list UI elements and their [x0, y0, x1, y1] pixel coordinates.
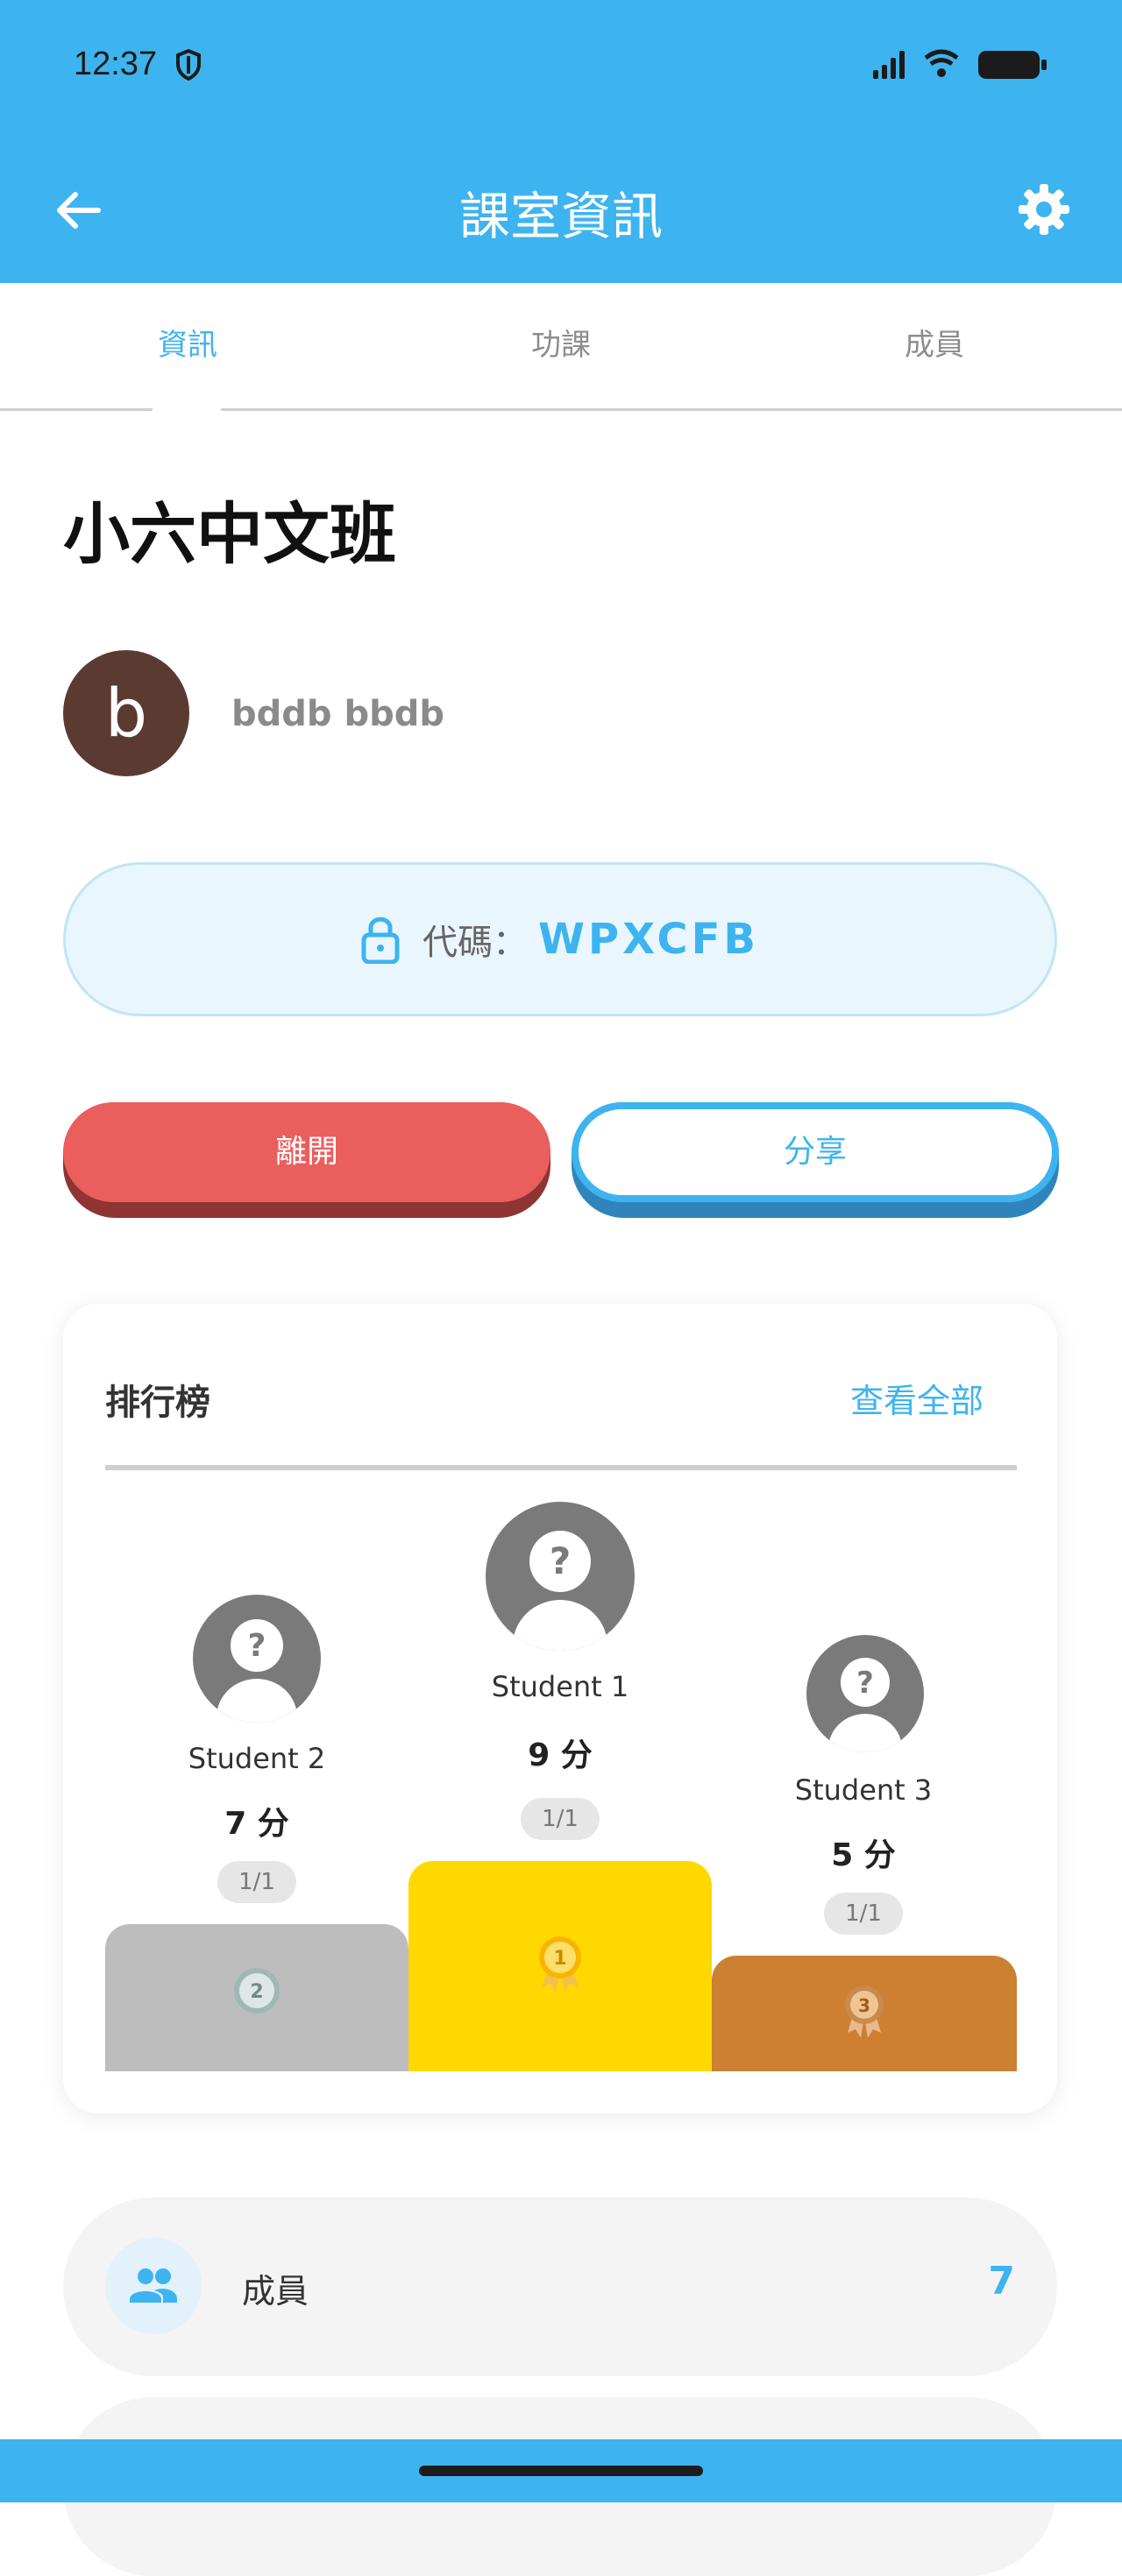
page-title: 課室資訊 [458, 187, 663, 246]
status-time: 12:37 [74, 46, 158, 82]
shield-icon [176, 49, 201, 81]
unknown-user-icon: ? [513, 1531, 607, 1651]
members-row[interactable]: 成員 7 [63, 2197, 1057, 2376]
leaderboard-card: 排行榜 查看全部 ? Student 2 7 分 1/1 2 ? Student… [63, 1304, 1057, 2113]
medal-rank-label: 2 [250, 1981, 263, 2003]
progress-badge: 1/1 [217, 1861, 296, 1903]
active-tab-indicator [153, 406, 221, 411]
divider [105, 1465, 1017, 1470]
gear-icon[interactable] [1017, 182, 1071, 237]
lock-icon [361, 916, 400, 964]
student-name: Student 1 [491, 1670, 629, 1703]
leave-button-label: 離開 [63, 1102, 550, 1202]
avatar: b [63, 650, 189, 776]
svg-text:?: ? [248, 1628, 266, 1664]
podium-block-bronze: 3 [712, 1956, 1017, 2071]
bronze-medal-icon: 3 [845, 1985, 884, 2038]
svg-text:?: ? [550, 1539, 571, 1582]
podium-block-silver: 2 [105, 1924, 408, 2071]
share-button-label: 分享 [579, 1109, 1052, 1195]
progress-badge: 1/1 [521, 1798, 600, 1840]
student-name: Student 2 [188, 1742, 326, 1775]
tab-members[interactable]: 成員 [803, 283, 1066, 408]
gold-medal-icon: 1 [539, 1936, 581, 1992]
unknown-user-icon: ? [217, 1619, 297, 1723]
student-avatar: ? [806, 1635, 924, 1752]
members-label: 成員 [242, 2272, 309, 2311]
signal-icon [873, 51, 905, 79]
owner-name: bddb bbdb [231, 694, 444, 734]
members-icon-wrap [105, 2238, 202, 2334]
classroom-name: 小六中文班 [63, 495, 396, 573]
view-all-link[interactable]: 查看全部 [850, 1374, 984, 1422]
student-avatar: ? [486, 1502, 635, 1651]
progress-badge: 1/1 [824, 1893, 903, 1935]
svg-text:?: ? [856, 1666, 874, 1701]
home-indicator[interactable] [419, 2466, 703, 2476]
silver-medal-icon: 2 [234, 1968, 280, 2013]
share-button[interactable]: 分享 [572, 1102, 1059, 1218]
student-avatar: ? [193, 1595, 321, 1723]
class-code-box[interactable]: 代碼： WPXCFB [63, 862, 1057, 1016]
tab-info[interactable]: 資訊 [56, 283, 319, 408]
tab-bar: 資訊 功課 成員 [0, 283, 1122, 411]
podium-block-gold: 1 [408, 1861, 712, 2071]
people-icon [130, 2268, 177, 2303]
class-code-value: WPXCFB [537, 915, 760, 964]
tab-homework[interactable]: 功課 [430, 283, 692, 408]
unknown-user-icon: ? [828, 1658, 902, 1752]
status-icons [873, 49, 1047, 79]
medal-rank-label: 1 [553, 1948, 566, 1970]
members-count: 7 [988, 2259, 1015, 2304]
leave-button[interactable]: 離開 [63, 1102, 550, 1218]
class-code-label: 代碼： [422, 923, 528, 963]
wifi-icon [924, 49, 959, 77]
battery-icon [978, 51, 1047, 79]
student-score: 7 分 [224, 1806, 289, 1842]
student-score: 9 分 [528, 1737, 593, 1773]
leaderboard-title: 排行榜 [105, 1383, 210, 1423]
medal-rank-label: 3 [858, 1995, 870, 2016]
student-score: 5 分 [831, 1837, 896, 1873]
student-name: Student 3 [794, 1773, 933, 1807]
